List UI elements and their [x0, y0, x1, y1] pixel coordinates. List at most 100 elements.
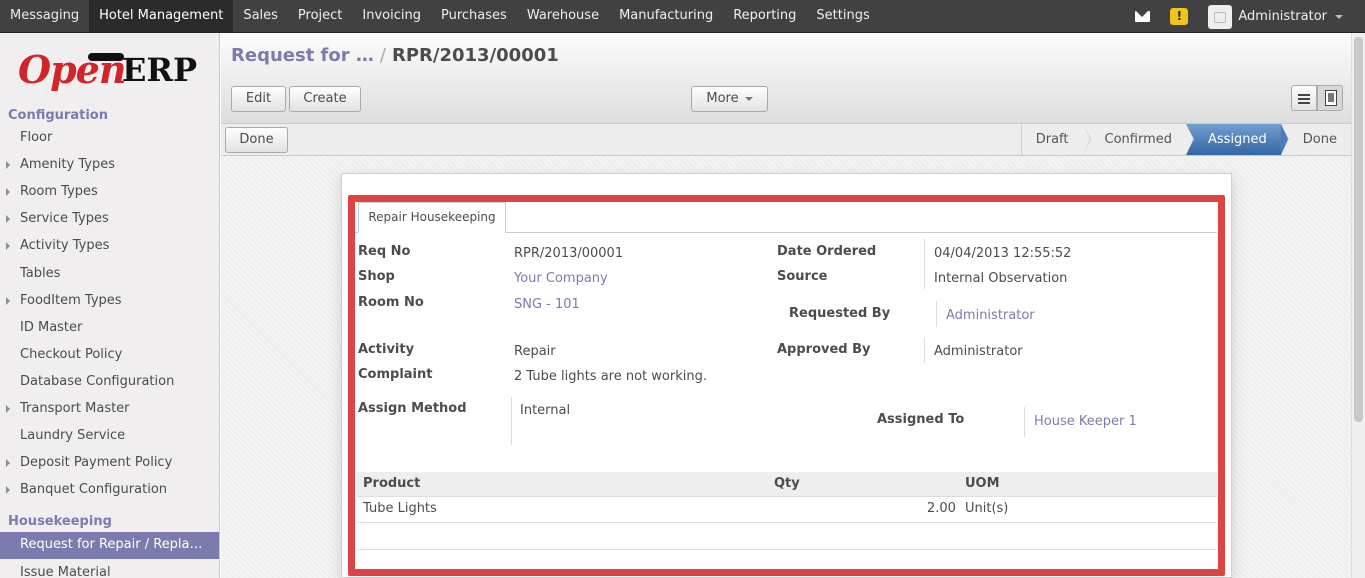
column-uom[interactable]: UOM — [965, 476, 1000, 491]
source-label: Source — [777, 269, 828, 284]
menu-sales[interactable]: Sales — [233, 0, 288, 32]
tab-repair-housekeeping[interactable]: Repair Housekeeping — [358, 202, 506, 233]
requested-by-link[interactable]: Administrator — [946, 308, 1035, 323]
sidebar-item-issue-material[interactable]: Issue Material — [20, 565, 111, 578]
sidebar-item-database-configuration[interactable]: Database Configuration — [20, 374, 174, 389]
chevron-right-icon[interactable] — [6, 161, 10, 169]
stage-label: Draft — [1035, 132, 1069, 147]
list-icon — [1298, 94, 1310, 96]
sidebar-item-service-types[interactable]: Service Types — [20, 211, 109, 226]
stage-bar: Draft Confirmed Assigned Done — [1020, 124, 1351, 155]
chevron-down-icon[interactable] — [1335, 14, 1343, 19]
menu-reporting[interactable]: Reporting — [723, 0, 806, 32]
column-product[interactable]: Product — [363, 476, 420, 491]
column-qty[interactable]: Qty — [774, 476, 800, 491]
sidebar-item-request-for-repair[interactable]: Request for Repair / Repla… — [0, 532, 219, 559]
stage-arrow-fill — [1186, 124, 1193, 155]
requested-by-label: Requested By — [789, 306, 891, 321]
status-bar: Done Draft Confirmed Assigned Done — [221, 124, 1351, 156]
sidebar-item-activity-types[interactable]: Activity Types — [20, 238, 109, 253]
sidebar-item-amenity-types[interactable]: Amenity Types — [20, 157, 115, 172]
form-view-button[interactable] — [1317, 85, 1343, 111]
menu-warehouse[interactable]: Warehouse — [517, 0, 609, 32]
field-separator — [924, 337, 925, 363]
chevron-down-icon — [744, 96, 753, 101]
chevron-right-icon[interactable] — [6, 486, 10, 494]
activity-label: Activity — [358, 342, 415, 357]
req-no-value: RPR/2013/00001 — [514, 246, 624, 261]
list-view-button[interactable] — [1291, 85, 1317, 111]
shop-label: Shop — [358, 269, 395, 284]
stage-label: Assigned — [1208, 132, 1267, 147]
breadcrumb: Request for … / RPR/2013/00001 — [231, 45, 559, 66]
stage-draft[interactable]: Draft — [1022, 124, 1091, 155]
openerp-logo[interactable]: Open ERP — [18, 47, 208, 97]
create-button[interactable]: Create — [289, 86, 361, 112]
sidebar-item-fooditem-types[interactable]: FoodItem Types — [20, 293, 122, 308]
chevron-right-icon[interactable] — [6, 242, 10, 250]
logo-erp-text: ERP — [122, 51, 198, 89]
cell-product: Tube Lights — [363, 501, 437, 516]
sidebar-item-floor[interactable]: Floor — [20, 130, 52, 145]
sidebar-item-room-types[interactable]: Room Types — [20, 184, 98, 199]
shop-link[interactable]: Your Company — [514, 271, 608, 286]
top-menu-bar: Messaging Hotel Management Sales Project… — [0, 0, 1365, 33]
table-row-empty — [357, 523, 1217, 550]
stage-assigned[interactable]: Assigned — [1186, 124, 1289, 155]
sidebar-item-laundry-service[interactable]: Laundry Service — [20, 428, 125, 443]
stage-done[interactable]: Done — [1281, 124, 1351, 155]
menu-purchases[interactable]: Purchases — [431, 0, 517, 32]
room-no-link[interactable]: SNG - 101 — [514, 297, 580, 312]
chevron-right-icon[interactable] — [6, 459, 10, 467]
section-housekeeping[interactable]: Housekeeping — [8, 514, 112, 529]
assign-method-value: Internal — [520, 403, 571, 418]
logo-ant-icon — [88, 53, 124, 61]
scrollbar-thumb[interactable] — [1354, 37, 1363, 422]
chevron-right-icon[interactable] — [6, 188, 10, 196]
field-separator — [1024, 407, 1025, 437]
sidebar-item-checkout-policy[interactable]: Checkout Policy — [20, 347, 122, 362]
sidebar-item-banquet-configuration[interactable]: Banquet Configuration — [20, 482, 167, 497]
date-ordered-label: Date Ordered — [777, 244, 877, 259]
approved-by-value: Administrator — [934, 344, 1023, 359]
edit-button[interactable]: Edit — [231, 86, 286, 112]
menu-manufacturing[interactable]: Manufacturing — [609, 0, 723, 32]
stage-arrow-fill — [1280, 124, 1288, 155]
avatar[interactable] — [1208, 4, 1233, 29]
main-menu: Messaging Hotel Management Sales Project… — [0, 0, 880, 33]
user-menu[interactable]: Administrator — [1238, 9, 1327, 24]
menu-settings[interactable]: Settings — [806, 0, 879, 32]
more-button[interactable]: More — [691, 86, 768, 112]
approved-by-label: Approved By — [777, 342, 871, 357]
section-configuration[interactable]: Configuration — [8, 108, 108, 123]
chevron-right-icon[interactable] — [6, 297, 10, 305]
menu-project[interactable]: Project — [288, 0, 352, 32]
warning-icon[interactable]: ! — [1170, 8, 1189, 25]
done-button[interactable]: Done — [225, 127, 288, 153]
date-ordered-value: 04/04/2013 12:55:52 — [934, 246, 1072, 261]
menu-messaging[interactable]: Messaging — [0, 0, 89, 32]
scrollbar[interactable] — [1351, 33, 1365, 578]
assigned-to-link[interactable]: House Keeper 1 — [1034, 414, 1137, 429]
cell-qty: 2.00 — [927, 501, 956, 516]
chevron-right-icon[interactable] — [6, 405, 10, 413]
table-row[interactable]: Tube Lights 2.00 Unit(s) — [357, 496, 1217, 523]
sidebar-item-deposit-payment-policy[interactable]: Deposit Payment Policy — [20, 455, 172, 470]
menu-hotel-management[interactable]: Hotel Management — [89, 0, 234, 32]
sidebar-item-tables[interactable]: Tables — [20, 266, 60, 281]
more-label: More — [706, 91, 739, 106]
sidebar-item-transport-master[interactable]: Transport Master — [20, 401, 130, 416]
stage-confirmed[interactable]: Confirmed — [1083, 124, 1194, 155]
stage-label: Done — [1302, 132, 1337, 147]
req-no-label: Req No — [358, 244, 411, 259]
sidebar-item-id-master[interactable]: ID Master — [20, 320, 82, 335]
activity-value: Repair — [514, 344, 556, 359]
menu-invoicing[interactable]: Invoicing — [352, 0, 431, 32]
chevron-right-icon[interactable] — [6, 215, 10, 223]
mail-icon[interactable] — [1135, 11, 1151, 22]
stage-label: Confirmed — [1104, 132, 1173, 147]
source-value: Internal Observation — [934, 271, 1068, 286]
complaint-label: Complaint — [358, 367, 433, 382]
breadcrumb-parent[interactable]: Request for … — [231, 45, 374, 66]
complaint-value: 2 Tube lights are not working. — [514, 369, 707, 384]
